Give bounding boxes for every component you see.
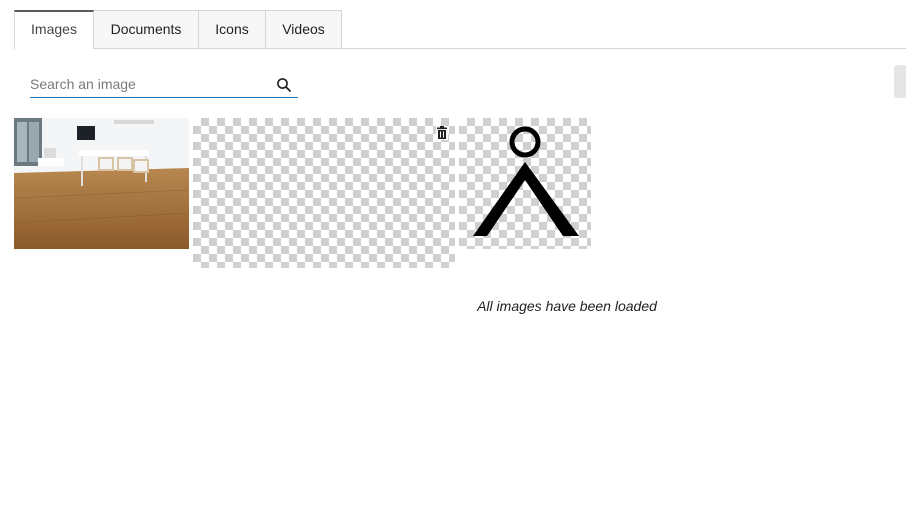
search-icon[interactable] [276, 77, 292, 93]
side-panel-toggle-button[interactable] [894, 65, 906, 98]
image-thumbnail-transparent[interactable] [193, 118, 455, 268]
image-thumbnail-room[interactable] [14, 118, 189, 249]
media-tabs: Images Documents Icons Videos [14, 10, 906, 49]
search-bar [30, 73, 298, 98]
load-status-text: All images have been loaded [477, 298, 657, 314]
tab-videos[interactable]: Videos [265, 10, 342, 48]
tab-images[interactable]: Images [14, 10, 94, 49]
person-symbol-icon [473, 126, 579, 236]
search-input[interactable] [30, 73, 265, 95]
trash-icon[interactable] [436, 126, 448, 140]
tab-documents[interactable]: Documents [94, 10, 199, 48]
tab-icons[interactable]: Icons [198, 10, 266, 48]
media-picker: Images Documents Icons Videos Search an … [0, 0, 906, 523]
room-photo [14, 118, 189, 249]
image-thumbnail-person-icon[interactable] [459, 118, 591, 249]
